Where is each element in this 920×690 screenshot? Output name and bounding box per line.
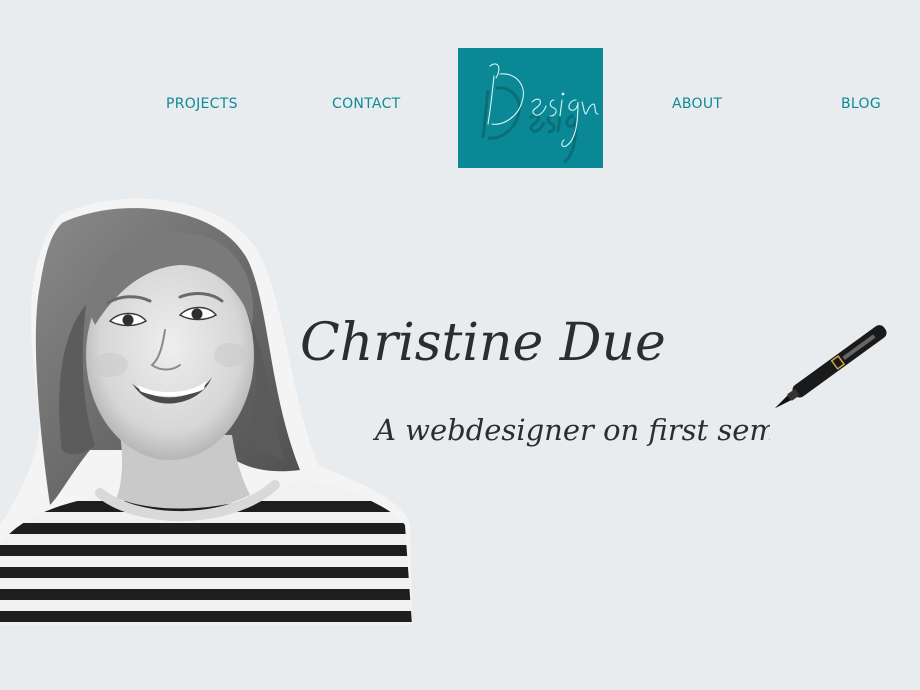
hero-tagline: A webdesigner on first semester: [372, 413, 770, 447]
site-logo[interactable]: [458, 48, 603, 168]
nav-about-link[interactable]: ABOUT: [672, 96, 722, 112]
nav-projects-link[interactable]: PROJECTS: [166, 96, 238, 112]
pen-icon: [774, 325, 887, 409]
hero-script-art: Christine Due A webdesigner on first sem…: [300, 313, 854, 447]
nav-blog-link[interactable]: BLOG: [841, 96, 881, 112]
logo-mark: [481, 63, 599, 164]
hero-headline: Christine Due A webdesigner on first sem…: [300, 285, 854, 485]
nav-contact-link[interactable]: CONTACT: [332, 96, 401, 112]
hero-name: Christine Due: [300, 313, 666, 373]
